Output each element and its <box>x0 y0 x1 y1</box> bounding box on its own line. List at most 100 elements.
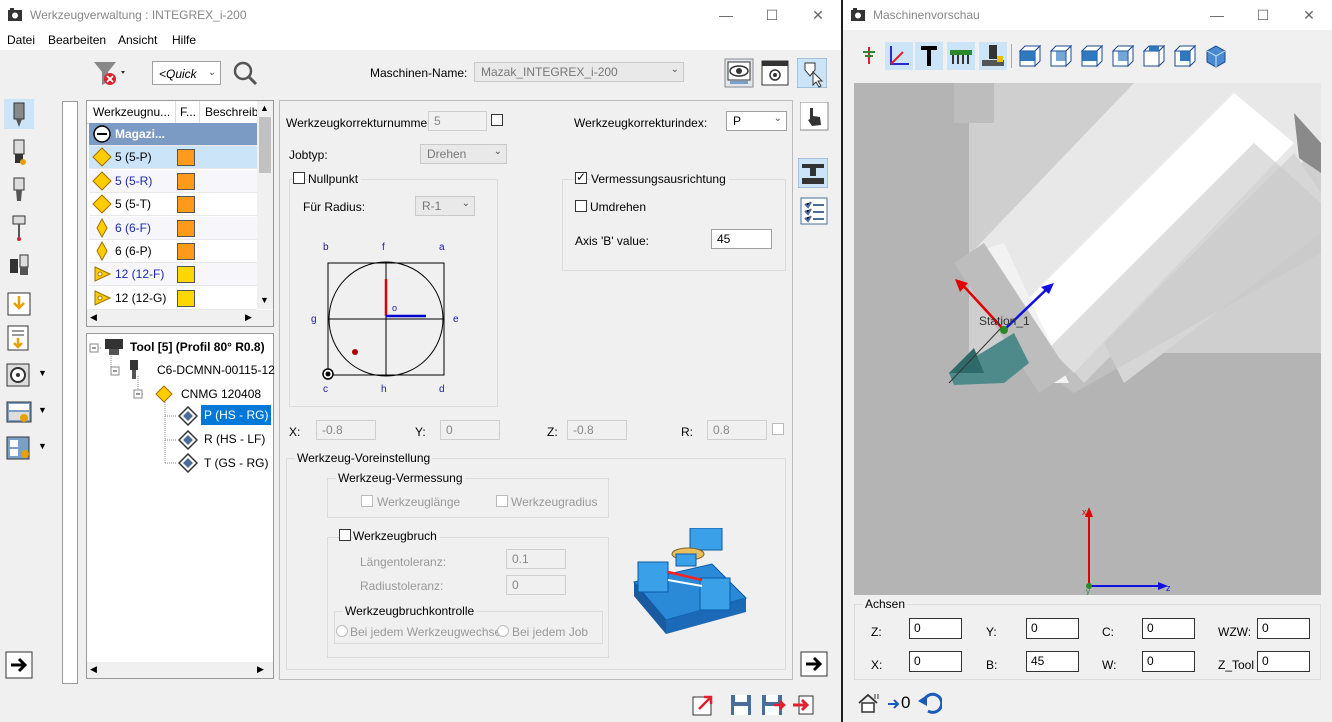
machine-name-select[interactable]: Mazak_INTEGREX_i-200 ⌄ <box>474 62 684 82</box>
menu-ansicht[interactable]: Ansicht <box>118 33 157 47</box>
axis-wzw-field[interactable]: 0 <box>1257 618 1310 639</box>
checklist-icon[interactable] <box>800 197 830 227</box>
table-row[interactable]: 5 (5-T) <box>89 193 257 217</box>
menu-hilfe[interactable]: Hilfe <box>172 33 196 47</box>
arrow-right-icon[interactable] <box>800 651 828 677</box>
undo-icon[interactable] <box>916 691 942 715</box>
home-icon[interactable] <box>856 691 880 715</box>
turret-tool-icon[interactable] <box>4 251 34 281</box>
fixture-icon[interactable] <box>947 42 975 70</box>
magazine-icon[interactable] <box>4 360 34 390</box>
fuer-radius-select[interactable]: R-1 ⌄ <box>415 196 475 216</box>
korr-num-checkbox[interactable] <box>491 114 503 126</box>
import-icon[interactable] <box>4 289 34 319</box>
tree-hscrollbar[interactable]: ◀ ▶ <box>87 662 273 678</box>
werkzeugradius-checkbox[interactable] <box>496 495 508 507</box>
tool-holder-icon[interactable] <box>4 99 34 129</box>
scroll-thumb[interactable] <box>259 117 271 173</box>
tool-measure-icon[interactable] <box>798 158 828 188</box>
hand-pointer-icon[interactable] <box>800 102 830 132</box>
maximize-button[interactable]: ☐ <box>1240 0 1286 30</box>
save-exit-icon[interactable] <box>791 693 815 717</box>
radiustoleranz-field[interactable]: 0 <box>506 575 566 595</box>
nullpunkt-checkbox[interactable] <box>293 172 305 184</box>
quick-search-select[interactable]: <Quick ⌄ <box>152 61 221 85</box>
umdrehen-checkbox[interactable] <box>575 200 587 212</box>
r-field[interactable]: 0.8 <box>707 420 767 440</box>
column-header-color[interactable]: F... <box>180 105 196 119</box>
left-view-icon[interactable] <box>1079 43 1105 69</box>
table-row[interactable]: 12 (12-F) <box>89 263 257 287</box>
scroll-right-icon[interactable]: ▶ <box>257 664 264 675</box>
menu-bearbeiten[interactable]: Bearbeiten <box>48 33 106 47</box>
korr-num-field[interactable]: 5 <box>428 111 487 131</box>
machine-icon[interactable] <box>979 42 1007 70</box>
column-header-name[interactable]: Werkzeugnu... <box>93 105 170 119</box>
laengentoleranz-field[interactable]: 0.1 <box>506 549 566 569</box>
axis-z-field[interactable]: 0 <box>909 618 962 639</box>
right-view-icon[interactable] <box>1110 43 1136 69</box>
search-icon[interactable] <box>231 59 259 87</box>
table-row[interactable]: 5 (5-R) <box>89 169 257 193</box>
front-view-icon[interactable] <box>1017 43 1043 69</box>
text-icon[interactable] <box>915 42 943 70</box>
table-hscrollbar[interactable]: ◀ ▶ <box>87 310 273 326</box>
tree-cutter-t[interactable]: T (GS - RG) <box>204 456 268 470</box>
drill-icon[interactable] <box>4 175 34 205</box>
axis-y-field[interactable]: 0 <box>1026 618 1079 639</box>
radio-werkzeugwechsel[interactable] <box>336 625 348 637</box>
scroll-right-icon[interactable]: ▶ <box>245 312 252 323</box>
table-row[interactable]: 6 (6-P) <box>89 240 257 263</box>
eye-view-icon[interactable] <box>724 58 754 88</box>
korr-index-select[interactable]: P ⌄ <box>726 111 787 131</box>
minimize-button[interactable]: — <box>703 0 749 30</box>
station-icon[interactable] <box>4 397 34 427</box>
axis-b-field[interactable]: 45 <box>711 229 772 249</box>
x-field[interactable]: -0.8 <box>316 420 376 440</box>
filter-icon[interactable] <box>92 58 130 88</box>
maximize-button[interactable]: ☐ <box>749 0 795 30</box>
z-field[interactable]: -0.8 <box>567 420 627 440</box>
scroll-down-icon[interactable]: ▼ <box>260 295 269 305</box>
vermessung-checkbox[interactable]: ✓ <box>575 170 587 184</box>
tree-insert[interactable]: CNMG 120408 <box>181 387 261 401</box>
tree-cutter-p[interactable]: P (HS - RG) <box>201 405 272 425</box>
chevron-down-icon[interactable]: ▼ <box>38 405 47 415</box>
jobtyp-select[interactable]: Drehen ⌄ <box>420 144 507 164</box>
r-checkbox[interactable] <box>772 423 784 435</box>
table-row[interactable]: Magazi... <box>89 123 257 146</box>
save-icon[interactable] <box>729 693 753 717</box>
chevron-down-icon[interactable]: ▼ <box>38 441 47 451</box>
iso-view-icon[interactable] <box>1203 43 1229 69</box>
werkzeuglaenge-checkbox[interactable] <box>361 495 373 507</box>
scroll-left-icon[interactable]: ◀ <box>90 664 97 675</box>
chevron-down-icon[interactable]: ▼ <box>38 368 47 378</box>
preview-viewport[interactable]: x z y Station_1 <box>854 83 1321 595</box>
top-view-icon[interactable] <box>1141 43 1167 69</box>
back-view-icon[interactable] <box>1048 43 1074 69</box>
bottom-view-icon[interactable] <box>1172 43 1198 69</box>
tree-cutter-r[interactable]: R (HS - LF) <box>204 432 265 446</box>
axis-c-field[interactable]: 0 <box>1142 618 1195 639</box>
menu-datei[interactable]: Datei <box>7 33 35 47</box>
tree-holder[interactable]: C6-DCMNN-00115-12 <box>157 363 275 377</box>
close-button[interactable]: ✕ <box>1286 0 1332 30</box>
scroll-left-icon[interactable]: ◀ <box>90 312 97 323</box>
table-scrollbar[interactable]: ▲ ▼ <box>257 101 273 309</box>
minimize-button[interactable]: — <box>1194 0 1240 30</box>
axes-icon[interactable] <box>885 42 913 70</box>
save-as-icon[interactable] <box>760 693 786 717</box>
select-tool-icon[interactable] <box>797 58 827 88</box>
werkzeugbruch-checkbox[interactable] <box>339 529 351 541</box>
column-header-description[interactable]: Beschreib <box>205 105 258 119</box>
tree-root[interactable]: Tool [5] (Profil 80° R0.8) <box>130 340 265 354</box>
table-row[interactable]: 12 (12-G) <box>89 286 257 310</box>
table-row[interactable]: 6 (6-F) <box>89 216 257 240</box>
arrow-right-icon[interactable] <box>4 650 34 680</box>
cutter-icon[interactable] <box>4 137 34 167</box>
import-list-icon[interactable] <box>4 323 34 353</box>
close-button[interactable]: ✕ <box>795 0 841 30</box>
table-row[interactable]: 5 (5-P) <box>89 146 257 170</box>
axis-b-field[interactable]: 45 <box>1026 651 1079 672</box>
pin-icon[interactable] <box>857 44 881 68</box>
